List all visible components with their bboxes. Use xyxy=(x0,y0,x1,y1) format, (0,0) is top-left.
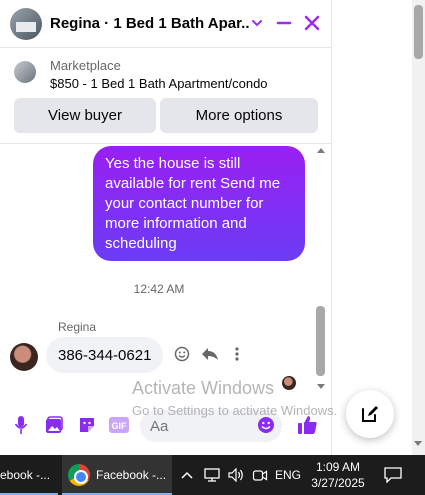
svg-text:GIF: GIF xyxy=(112,421,128,431)
scroll-down-arrow-icon[interactable] xyxy=(317,384,325,389)
taskbar-app-ebook-label: ebook -... xyxy=(0,468,51,482)
sender-name: Regina xyxy=(58,320,97,334)
page-scroll-thumb[interactable] xyxy=(414,5,423,59)
scroll-thumb[interactable] xyxy=(316,306,325,376)
outgoing-message[interactable]: Yes the house is still available for ren… xyxy=(93,146,305,261)
view-buyer-button[interactable]: View buyer xyxy=(14,98,156,133)
photo-icon[interactable] xyxy=(43,414,65,436)
page-scroll-down-arrow-icon[interactable] xyxy=(414,441,422,446)
sticker-icon[interactable] xyxy=(76,414,98,436)
windows-taskbar: ebook -... Facebook -... ENG 1:09 AM 3/2… xyxy=(0,455,425,495)
compose-icon xyxy=(362,406,378,422)
marketplace-label: Marketplace xyxy=(50,58,121,73)
activation-watermark-title: Activate Windows xyxy=(132,378,275,398)
taskbar-clock[interactable]: 1:09 AM 3/27/2025 xyxy=(303,459,373,491)
message-scrollbar[interactable] xyxy=(316,146,326,391)
seen-indicator-avatar xyxy=(282,376,296,390)
language-indicator[interactable]: ENG xyxy=(274,455,302,495)
volume-icon[interactable] xyxy=(226,455,246,495)
show-hidden-icons-chevron-up-icon[interactable] xyxy=(178,455,196,495)
screen: Regina · 1 Bed 1 Bath Apar... Marketplac… xyxy=(0,0,425,495)
reply-icon[interactable] xyxy=(201,345,219,363)
minimize-icon[interactable] xyxy=(273,12,295,34)
notifications-icon[interactable] xyxy=(380,455,406,495)
message-timestamp: 12:42 AM xyxy=(133,282,185,296)
taskbar-app-facebook[interactable]: Facebook -... xyxy=(62,455,172,495)
page-scrollbar[interactable] xyxy=(412,0,425,455)
gif-icon[interactable]: GIF xyxy=(107,414,131,436)
clock-time: 1:09 AM xyxy=(315,460,361,474)
incoming-message[interactable]: 386-344-0621 xyxy=(46,337,164,373)
activation-watermark-subtitle: Go to Settings to activate Windows. xyxy=(132,403,338,418)
close-icon[interactable] xyxy=(301,12,323,34)
microphone-icon[interactable] xyxy=(10,414,32,436)
chrome-icon xyxy=(68,464,90,486)
network-icon[interactable] xyxy=(202,455,222,495)
new-message-button[interactable] xyxy=(346,390,394,438)
listing-thumbnail xyxy=(14,61,36,83)
meet-now-icon[interactable] xyxy=(250,455,270,495)
message-list: Yes the house is still available for ren… xyxy=(0,146,332,391)
more-actions-icon[interactable] xyxy=(228,345,246,363)
taskbar-app-facebook-label: Facebook -... xyxy=(96,468,167,482)
marketplace-card: Marketplace $850 - 1 Bed 1 Bath Apartmen… xyxy=(0,52,332,144)
listing-avatar[interactable] xyxy=(10,7,42,40)
clock-date: 3/27/2025 xyxy=(311,476,365,490)
listing-title[interactable]: $850 - 1 Bed 1 Bath Apartment/condo xyxy=(50,76,268,91)
smiley-reaction-icon[interactable] xyxy=(173,345,191,363)
taskbar-app-ebook[interactable]: ebook -... xyxy=(0,455,58,495)
more-options-button[interactable]: More options xyxy=(160,98,318,133)
scroll-up-arrow-icon[interactable] xyxy=(317,148,325,153)
chat-header: Regina · 1 Bed 1 Bath Apar... xyxy=(0,0,332,48)
chat-title[interactable]: Regina · 1 Bed 1 Bath Apar... xyxy=(50,15,250,32)
chevron-down-icon[interactable] xyxy=(246,12,268,34)
sender-avatar[interactable] xyxy=(10,343,38,371)
